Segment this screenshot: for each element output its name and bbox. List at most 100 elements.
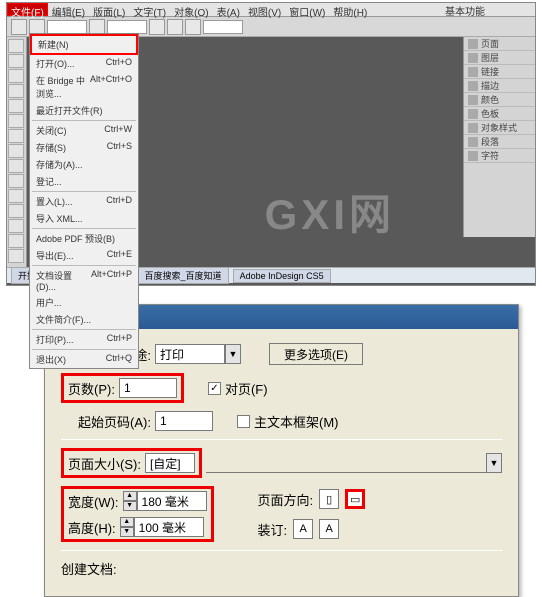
- panel-swatches[interactable]: 色板: [464, 107, 535, 121]
- row-startpage: 起始页码(A): 主文本框架(M): [61, 411, 502, 431]
- panel-para[interactable]: 段落: [464, 135, 535, 149]
- dd-open[interactable]: 打开(O)...Ctrl+O: [30, 55, 138, 72]
- dd-bridge[interactable]: 在 Bridge 中浏览...Alt+Ctrl+O: [30, 72, 138, 102]
- spin-down-icon[interactable]: ▼: [120, 527, 134, 537]
- panel-char[interactable]: 字符: [464, 149, 535, 163]
- rect-tool[interactable]: [8, 174, 24, 188]
- panel-objstyle[interactable]: 对象样式: [464, 121, 535, 135]
- pages-input[interactable]: [119, 378, 177, 398]
- page-tool[interactable]: [8, 69, 24, 83]
- landscape-button[interactable]: ▭: [345, 489, 365, 509]
- toolbar-input[interactable]: [47, 20, 87, 34]
- scissors-tool[interactable]: [8, 189, 24, 203]
- size-dropdown[interactable]: ▼: [206, 453, 502, 473]
- selection-tool[interactable]: [8, 39, 24, 53]
- eyedropper-tool[interactable]: [8, 234, 24, 248]
- toolbar-input[interactable]: [203, 20, 243, 34]
- chevron-down-icon[interactable]: ▼: [225, 344, 241, 364]
- menu-table[interactable]: 表(A): [213, 3, 244, 16]
- dd-user[interactable]: 用户...: [30, 294, 138, 311]
- hand-tool[interactable]: [8, 249, 24, 263]
- orient-label: 页面方向:: [258, 490, 314, 509]
- dd-separator: [32, 265, 136, 266]
- dd-saveas[interactable]: 存储为(A)...: [30, 156, 138, 173]
- height-label: 高度(H):: [68, 518, 116, 537]
- menu-edit[interactable]: 编辑(E): [48, 3, 89, 16]
- panel-links[interactable]: 链接: [464, 65, 535, 79]
- dd-importxml[interactable]: 导入 XML...: [30, 210, 138, 227]
- stroke-icon: [468, 81, 478, 91]
- gradient-tool[interactable]: [8, 219, 24, 233]
- swatches-icon: [468, 109, 478, 119]
- dd-docsetup[interactable]: 文档设置(D)...Alt+Ctrl+P: [30, 267, 138, 294]
- para-icon: [468, 137, 478, 147]
- portrait-button[interactable]: ▯: [319, 489, 339, 509]
- width-spinner[interactable]: ▲▼: [123, 491, 207, 511]
- spin-up-icon[interactable]: ▲: [120, 517, 134, 527]
- chevron-down-icon[interactable]: ▼: [486, 453, 502, 473]
- panel-pages[interactable]: 页面: [464, 37, 535, 51]
- dd-export[interactable]: 导出(E)...Ctrl+E: [30, 247, 138, 264]
- toolbar-input[interactable]: [107, 20, 147, 34]
- dd-pdfpreset[interactable]: Adobe PDF 预设(B): [30, 230, 138, 247]
- bind-left-button[interactable]: A: [293, 519, 313, 539]
- dd-fileinfo[interactable]: 文件简介(F)...: [30, 311, 138, 328]
- dd-close[interactable]: 关闭(C)Ctrl+W: [30, 122, 138, 139]
- more-options-button[interactable]: 更多选项(E): [269, 343, 363, 365]
- app-window: 文件(F) 编辑(E) 版面(L) 文字(T) 对象(O) 表(A) 视图(V)…: [6, 2, 536, 286]
- spin-down-icon[interactable]: ▼: [123, 501, 137, 511]
- height-input[interactable]: [134, 517, 204, 537]
- toolbar-button[interactable]: [167, 19, 183, 35]
- dd-print[interactable]: 打印(P)...Ctrl+P: [30, 331, 138, 348]
- toolbar-button[interactable]: [149, 19, 165, 35]
- intent-dropdown[interactable]: ▼: [155, 344, 241, 364]
- menu-window[interactable]: 窗口(W): [285, 3, 329, 16]
- bind-label: 装订:: [258, 520, 288, 539]
- menu-layout[interactable]: 版面(L): [89, 3, 129, 16]
- transform-tool[interactable]: [8, 204, 24, 218]
- rect-frame-tool[interactable]: [8, 159, 24, 173]
- pen-tool[interactable]: [8, 129, 24, 143]
- size-input[interactable]: [145, 453, 195, 473]
- menu-view[interactable]: 视图(V): [244, 3, 285, 16]
- dd-separator: [32, 329, 136, 330]
- panel-color[interactable]: 颜色: [464, 93, 535, 107]
- toolbar-button[interactable]: [185, 19, 201, 35]
- task-indesign[interactable]: Adobe InDesign CS5: [233, 269, 331, 283]
- panel-stroke[interactable]: 描边: [464, 79, 535, 93]
- dd-save[interactable]: 存储(S)Ctrl+S: [30, 139, 138, 156]
- dd-new[interactable]: 新建(N): [30, 34, 138, 55]
- dialog-body: 用途: ▼ 更多选项(E) 页数(P): ✓ 对页(F) 起始页码(A):: [45, 329, 518, 596]
- dd-place[interactable]: 置入(L)...Ctrl+D: [30, 193, 138, 210]
- menu-help[interactable]: 帮助(H): [329, 3, 371, 16]
- toolbar-button[interactable]: [11, 19, 27, 35]
- direct-select-tool[interactable]: [8, 54, 24, 68]
- facing-checkbox[interactable]: ✓: [208, 382, 221, 395]
- panel-layers[interactable]: 图层: [464, 51, 535, 65]
- pencil-tool[interactable]: [8, 144, 24, 158]
- intent-input[interactable]: [155, 344, 225, 364]
- row-pages: 页数(P): ✓ 对页(F): [61, 373, 502, 403]
- create-label: 创建文档:: [61, 559, 117, 578]
- task-baidu[interactable]: 百度搜索_百度知道: [138, 267, 229, 284]
- gap-tool[interactable]: [8, 84, 24, 98]
- dd-exit[interactable]: 退出(X)Ctrl+Q: [30, 351, 138, 368]
- spin-up-icon[interactable]: ▲: [123, 491, 137, 501]
- type-tool[interactable]: [8, 99, 24, 113]
- menu-file[interactable]: 文件(F): [7, 3, 48, 16]
- dd-recent[interactable]: 最近打开文件(R): [30, 102, 138, 119]
- width-input[interactable]: [137, 491, 207, 511]
- wh-highlight: 宽度(W): ▲▼ 高度(H): ▲▼: [61, 486, 214, 542]
- menu-type[interactable]: 文字(T): [129, 3, 170, 16]
- line-tool[interactable]: [8, 114, 24, 128]
- menu-object[interactable]: 对象(O): [170, 3, 212, 16]
- bind-right-button[interactable]: A: [319, 519, 339, 539]
- height-spinner[interactable]: ▲▼: [120, 517, 204, 537]
- size-highlight: 页面大小(S):: [61, 448, 202, 478]
- master-checkbox-wrap: 主文本框架(M): [237, 412, 339, 431]
- master-checkbox[interactable]: [237, 415, 250, 428]
- tools-panel: [7, 37, 27, 267]
- startpage-label: 起始页码(A):: [61, 412, 151, 431]
- dd-checkin[interactable]: 登记...: [30, 173, 138, 190]
- startpage-input[interactable]: [155, 411, 213, 431]
